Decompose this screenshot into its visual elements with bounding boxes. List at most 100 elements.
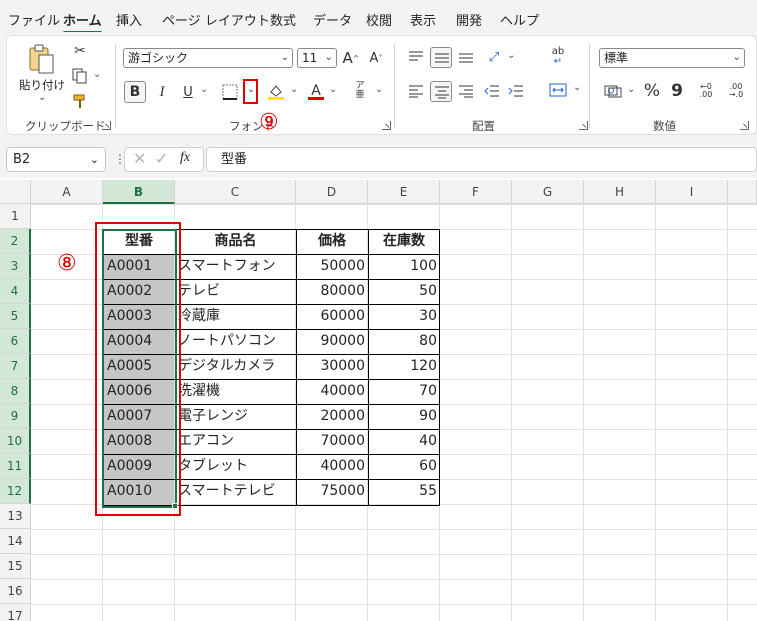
merge-center-icon[interactable] xyxy=(547,80,569,100)
phonetic-icon[interactable]: ア亜 xyxy=(350,80,370,102)
font-color-chevron-icon[interactable]: ⌄ xyxy=(329,84,337,95)
row-header-1[interactable]: 1 xyxy=(0,204,31,229)
cell-product-name[interactable]: ノートパソコン xyxy=(175,329,296,354)
row-header-4[interactable]: 4 xyxy=(0,279,31,304)
tab-page-layout[interactable]: ページ レイアウト xyxy=(162,10,270,29)
cell-price[interactable]: 60000 xyxy=(296,304,368,329)
merge-chevron-icon[interactable]: ⌄ xyxy=(573,82,581,93)
tab-developer[interactable]: 開発 xyxy=(456,10,482,29)
align-left-icon[interactable] xyxy=(406,82,426,100)
font-color-icon[interactable]: A xyxy=(306,80,326,102)
row-header-17[interactable]: 17 xyxy=(0,604,31,621)
cell-price[interactable]: 50000 xyxy=(296,254,368,279)
grow-font-icon[interactable]: A ^ xyxy=(341,48,361,68)
row-header-3[interactable]: 3 xyxy=(0,254,31,279)
format-painter-icon[interactable] xyxy=(71,92,89,110)
row-header-6[interactable]: 6 xyxy=(0,329,31,354)
row-header-16[interactable]: 16 xyxy=(0,579,31,604)
tab-file[interactable]: ファイル xyxy=(8,10,60,29)
cell-product-name[interactable]: スマートフォン xyxy=(175,254,296,279)
tab-formulas[interactable]: 数式 xyxy=(270,10,296,29)
paste-chevron-icon[interactable]: ⌄ xyxy=(38,92,46,103)
cell-stock[interactable]: 70 xyxy=(368,379,440,404)
font-name-dropdown[interactable]: 游ゴシック ⌄ xyxy=(123,48,293,68)
cell-stock[interactable]: 60 xyxy=(368,454,440,479)
increase-indent-icon[interactable] xyxy=(506,82,526,100)
font-launcher-icon[interactable] xyxy=(382,121,391,130)
column-header-e[interactable]: E xyxy=(368,180,440,204)
formula-input[interactable]: 型番 xyxy=(206,147,757,172)
top-align-icon[interactable] xyxy=(406,48,426,66)
underline-chevron-icon[interactable]: ⌄ xyxy=(200,84,208,95)
cell-stock[interactable]: 100 xyxy=(368,254,440,279)
cell-price[interactable]: 80000 xyxy=(296,279,368,304)
middle-align-button[interactable] xyxy=(430,47,452,68)
orientation-chevron-icon[interactable]: ⌄ xyxy=(507,50,515,61)
row-header-12[interactable]: 12 xyxy=(0,479,31,504)
cell-product-name[interactable]: エアコン xyxy=(175,429,296,454)
tab-review[interactable]: 校閲 xyxy=(366,10,392,29)
cell-product-name[interactable]: 冷蔵庫 xyxy=(175,304,296,329)
italic-button[interactable]: I xyxy=(152,82,172,102)
enter-icon[interactable]: ✓ xyxy=(155,149,168,168)
row-header-14[interactable]: 14 xyxy=(0,529,31,554)
table-header-price[interactable]: 価格 xyxy=(296,229,368,254)
column-header-j[interactable] xyxy=(728,180,757,204)
cell-stock[interactable]: 80 xyxy=(368,329,440,354)
cell-stock[interactable]: 120 xyxy=(368,354,440,379)
row-header-15[interactable]: 15 xyxy=(0,554,31,579)
bottom-align-icon[interactable] xyxy=(456,48,476,66)
column-header-b[interactable]: B xyxy=(103,180,175,204)
bold-button[interactable]: B xyxy=(124,81,146,103)
alignment-launcher-icon[interactable] xyxy=(579,121,588,130)
tab-data[interactable]: データ xyxy=(313,10,352,29)
align-center-button[interactable] xyxy=(430,81,452,102)
row-header-8[interactable]: 8 xyxy=(0,379,31,404)
cell-stock[interactable]: 50 xyxy=(368,279,440,304)
accounting-format-icon[interactable] xyxy=(602,82,624,100)
cell-stock[interactable]: 55 xyxy=(368,479,440,504)
column-header-c[interactable]: C xyxy=(175,180,296,204)
cell-price[interactable]: 20000 xyxy=(296,404,368,429)
copy-chevron-icon[interactable]: ⌄ xyxy=(93,69,101,80)
orientation-icon[interactable]: ⤢ xyxy=(484,48,504,66)
borders-icon[interactable] xyxy=(220,82,240,102)
cell-product-name[interactable]: 電子レンジ xyxy=(175,404,296,429)
fill-color-icon[interactable] xyxy=(265,82,287,102)
tab-home[interactable]: ホーム xyxy=(63,10,102,34)
underline-button[interactable]: U xyxy=(178,82,198,102)
font-size-dropdown[interactable]: 11 ⌄ xyxy=(297,48,337,68)
cell-product-name[interactable]: テレビ xyxy=(175,279,296,304)
table-header-product-name[interactable]: 商品名 xyxy=(175,229,296,254)
cell-stock[interactable]: 40 xyxy=(368,429,440,454)
column-header-i[interactable]: I xyxy=(656,180,728,204)
column-header-d[interactable]: D xyxy=(296,180,368,204)
column-header-h[interactable]: H xyxy=(584,180,656,204)
row-header-5[interactable]: 5 xyxy=(0,304,31,329)
cell-price[interactable]: 30000 xyxy=(296,354,368,379)
fill-color-chevron-icon[interactable]: ⌄ xyxy=(290,84,298,95)
accounting-chevron-icon[interactable]: ⌄ xyxy=(627,84,635,95)
row-header-9[interactable]: 9 xyxy=(0,404,31,429)
phonetic-chevron-icon[interactable]: ⌄ xyxy=(375,84,383,95)
wrap-text-icon[interactable]: ab ↵ xyxy=(547,46,569,68)
cell-price[interactable]: 75000 xyxy=(296,479,368,504)
cell-product-name[interactable]: タブレット xyxy=(175,454,296,479)
copy-icon[interactable] xyxy=(71,67,89,85)
tab-view[interactable]: 表示 xyxy=(410,10,436,29)
table-header-stock[interactable]: 在庫数 xyxy=(368,229,440,254)
decrease-indent-icon[interactable] xyxy=(482,82,502,100)
column-header-g[interactable]: G xyxy=(512,180,584,204)
cell-product-name[interactable]: 洗濯機 xyxy=(175,379,296,404)
column-header-f[interactable]: F xyxy=(440,180,512,204)
paste-icon[interactable] xyxy=(25,42,57,76)
row-header-13[interactable]: 13 xyxy=(0,504,31,529)
cut-icon[interactable]: ✂ xyxy=(71,42,89,60)
cancel-icon[interactable]: ✕ xyxy=(133,149,146,168)
cell-price[interactable]: 70000 xyxy=(296,429,368,454)
decrease-decimal-button[interactable]: .00 →.0 xyxy=(725,80,747,102)
row-header-2[interactable]: 2 xyxy=(0,229,31,254)
percent-style-button[interactable]: % xyxy=(642,81,662,101)
paste-label[interactable]: 貼り付け xyxy=(19,77,65,93)
row-header-7[interactable]: 7 xyxy=(0,354,31,379)
